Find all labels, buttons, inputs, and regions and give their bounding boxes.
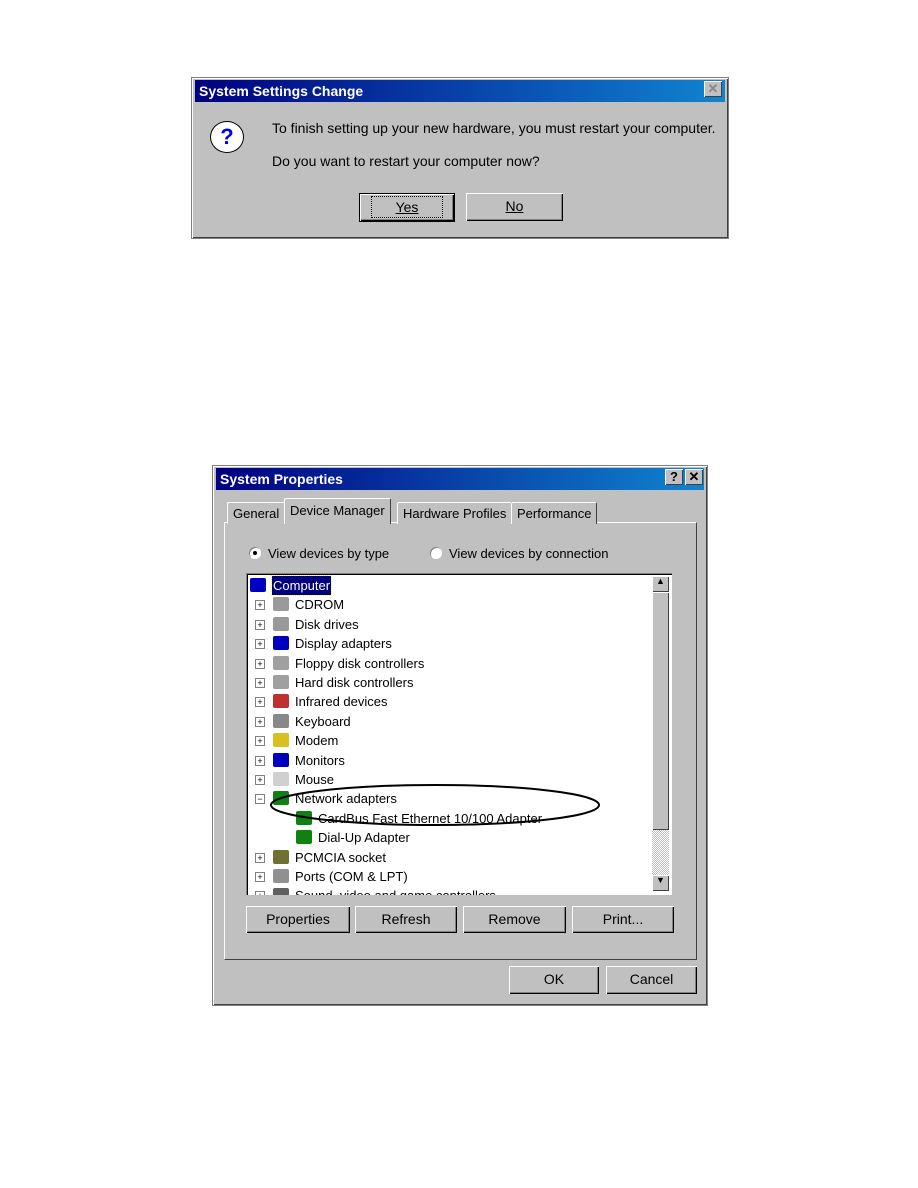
refresh-button[interactable]: Refresh — [355, 906, 457, 933]
tree-item[interactable]: + Ports (COM & LPT) — [246, 867, 646, 886]
tree-item-label: Sound, video and game controllers — [295, 886, 496, 895]
tree-item-label: Infrared devices — [295, 694, 388, 710]
tree-item[interactable]: + CDROM — [246, 595, 646, 614]
keyboard-icon — [273, 713, 289, 728]
tree-item[interactable]: + Monitors — [246, 751, 646, 770]
tree-item-label: Monitors — [295, 752, 345, 768]
message-line-2: Do you want to restart your computer now… — [272, 153, 540, 169]
tree-item[interactable]: + PCMCIA socket — [246, 848, 646, 867]
properties-button[interactable]: Properties — [246, 906, 350, 933]
close-button[interactable]: ✕ — [704, 81, 722, 97]
tree-item[interactable]: Computer — [246, 575, 646, 596]
expand-toggle[interactable]: + — [255, 639, 265, 650]
computer-icon — [250, 578, 266, 592]
monitor-icon — [273, 752, 289, 767]
expand-toggle[interactable]: + — [255, 600, 265, 611]
tree-item-label: PCMCIA socket — [295, 849, 387, 865]
radio-view-by-connection-label[interactable]: View devices by connection — [449, 546, 608, 561]
question-icon: ? — [210, 121, 244, 153]
expand-toggle[interactable]: + — [255, 697, 265, 708]
radio-view-by-type-label[interactable]: View devices by type — [268, 546, 389, 561]
sound-icon — [273, 888, 289, 895]
ok-button[interactable]: OK — [509, 966, 599, 994]
tree-item-label: Hard disk controllers — [295, 675, 414, 690]
cdrom-icon — [273, 597, 289, 612]
system-settings-change-dialog: System Settings Change ✕ ? To finish set… — [191, 77, 729, 239]
expand-toggle[interactable]: + — [255, 678, 265, 688]
highlight-ellipse — [270, 784, 600, 826]
radio-view-by-type[interactable] — [249, 547, 261, 559]
print-button[interactable]: Print... — [572, 906, 674, 933]
tree-item-label: Floppy disk controllers — [295, 655, 425, 671]
pcmcia-icon — [273, 849, 289, 864]
expand-toggle[interactable]: + — [255, 736, 265, 747]
expand-toggle[interactable]: − — [255, 794, 265, 805]
tree-item[interactable]: + Sound, video and game controllers — [246, 886, 646, 895]
modem-icon — [273, 733, 289, 748]
port-icon — [273, 869, 289, 883]
expand-toggle[interactable]: + — [255, 775, 265, 785]
remove-button[interactable]: Remove — [463, 906, 566, 933]
expand-toggle[interactable]: + — [255, 852, 265, 863]
tree-item-label: CDROM — [295, 597, 345, 613]
controller-icon — [273, 675, 289, 689]
expand-toggle[interactable]: + — [255, 716, 265, 727]
expand-toggle[interactable]: + — [255, 872, 265, 882]
tree-item[interactable]: + Disk drives — [246, 615, 646, 634]
scroll-down-button[interactable]: ▼ — [652, 875, 669, 891]
tree-item[interactable]: Dial-Up Adapter — [246, 828, 646, 847]
network-card-icon — [296, 830, 312, 845]
expand-toggle[interactable]: + — [255, 891, 265, 895]
tree-item-label: Display adapters — [295, 636, 392, 652]
tree-item[interactable]: + Hard disk controllers — [246, 673, 646, 692]
expand-toggle[interactable]: + — [255, 619, 265, 630]
dialog-title: System Properties — [216, 468, 704, 490]
message-line-1: To finish setting up your new hardware, … — [272, 120, 716, 136]
tree-item-label: Modem — [295, 733, 339, 749]
tab-general[interactable]: General — [227, 502, 286, 524]
infrared-icon — [273, 694, 289, 709]
tab-device-manager[interactable]: Device Manager — [284, 498, 391, 524]
yes-button[interactable]: Yes — [359, 193, 455, 222]
disk-drive-icon — [273, 616, 289, 631]
tree-item-label: Dial-Up Adapter — [318, 830, 410, 846]
expand-toggle[interactable]: + — [255, 755, 265, 766]
tab-performance[interactable]: Performance — [511, 502, 598, 524]
tree-item-label: Ports (COM & LPT) — [295, 869, 408, 884]
device-tree[interactable]: ▲ ▼ Computer + CDROM + Disk drives + Display a… — [246, 573, 672, 895]
expand-toggle[interactable]: + — [255, 658, 265, 669]
scrollbar-thumb[interactable] — [652, 592, 669, 830]
tree-item[interactable]: + Keyboard — [246, 712, 646, 731]
dialog-title: System Settings Change — [195, 80, 725, 102]
tree-item[interactable]: + Floppy disk controllers — [246, 654, 646, 673]
no-button[interactable]: No — [466, 193, 563, 221]
scroll-up-button[interactable]: ▲ — [652, 576, 669, 592]
tree-item-label: Disk drives — [295, 616, 359, 632]
tree-item-label: Keyboard — [295, 713, 351, 729]
radio-view-by-connection[interactable] — [430, 547, 442, 559]
help-button[interactable]: ? — [665, 469, 683, 485]
display-icon — [273, 636, 289, 651]
system-properties-dialog: System Properties ? ✕ General Device Man… — [212, 465, 708, 1006]
tree-item[interactable]: + Infrared devices — [246, 692, 646, 711]
tree-item[interactable]: + Display adapters — [246, 634, 646, 653]
tree-item[interactable]: + Modem — [246, 731, 646, 750]
tree-item-label: Computer — [270, 575, 333, 596]
cancel-button[interactable]: Cancel — [606, 966, 697, 994]
controller-icon — [273, 655, 289, 670]
close-button[interactable]: ✕ — [685, 469, 703, 485]
tab-hardware-profiles[interactable]: Hardware Profiles — [397, 502, 513, 524]
